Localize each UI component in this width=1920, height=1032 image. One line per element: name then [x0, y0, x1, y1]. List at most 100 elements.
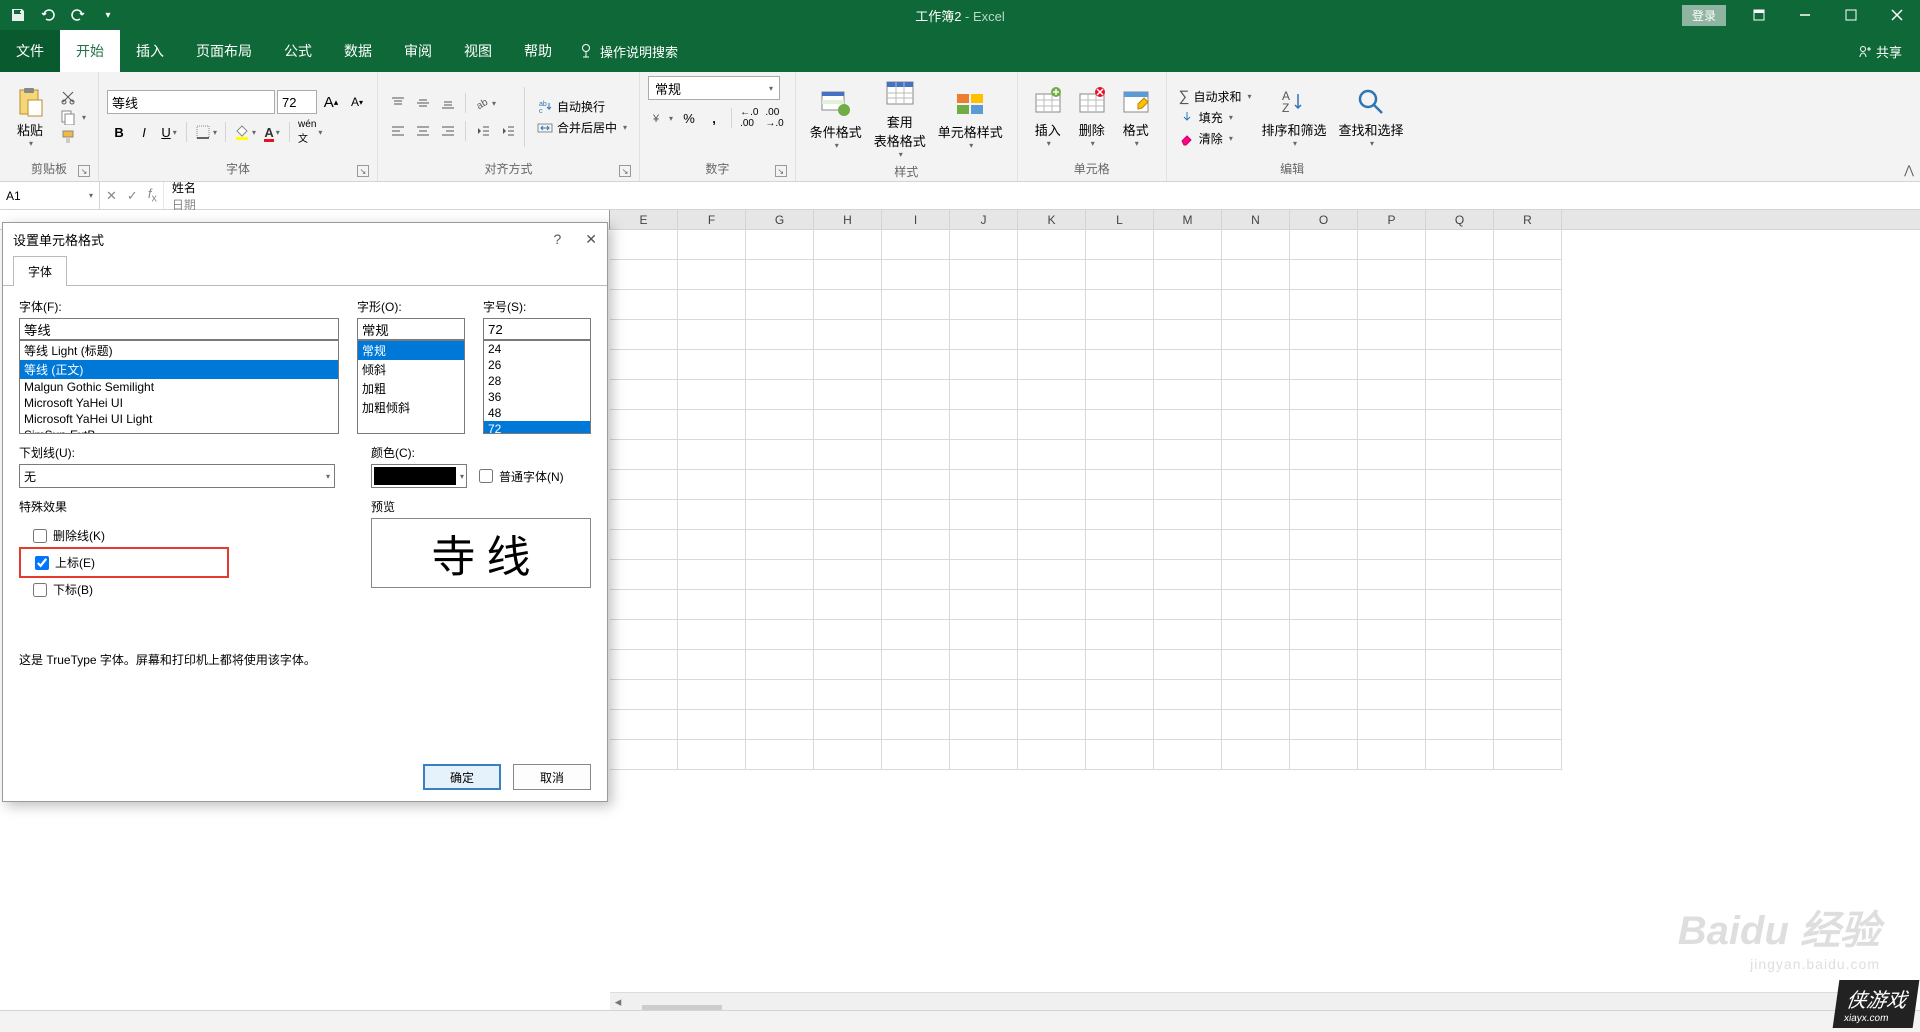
cell[interactable] — [1222, 230, 1290, 260]
list-item[interactable]: 28 — [484, 373, 590, 389]
decrease-decimal-button[interactable]: .00→.0 — [762, 106, 786, 130]
cell[interactable] — [1290, 710, 1358, 740]
cell[interactable] — [1154, 230, 1222, 260]
column-header[interactable]: R — [1494, 210, 1562, 229]
number-launcher[interactable]: ↘ — [775, 165, 787, 177]
cell[interactable] — [1494, 650, 1562, 680]
cell[interactable] — [610, 560, 678, 590]
font-size-list[interactable]: 242628364872 — [483, 340, 591, 434]
cell[interactable] — [814, 290, 882, 320]
cell[interactable] — [1426, 560, 1494, 590]
number-format-combo[interactable]: 常规▾ — [648, 76, 780, 100]
save-button[interactable] — [4, 1, 32, 29]
bold-button[interactable]: B — [107, 120, 131, 144]
cell[interactable] — [1086, 350, 1154, 380]
cell[interactable] — [1086, 440, 1154, 470]
sort-filter-button[interactable]: AZ排序和筛选▾ — [1256, 84, 1333, 150]
cell[interactable] — [746, 440, 814, 470]
cell[interactable] — [610, 260, 678, 290]
list-item[interactable]: Malgun Gothic Semilight — [20, 379, 338, 395]
cell[interactable] — [1290, 650, 1358, 680]
cell[interactable] — [1494, 470, 1562, 500]
cell[interactable] — [1154, 590, 1222, 620]
clipboard-launcher[interactable]: ↘ — [78, 165, 90, 177]
column-header[interactable]: O — [1290, 210, 1358, 229]
cell[interactable] — [1494, 350, 1562, 380]
dialog-tab-font[interactable]: 字体 — [13, 256, 67, 286]
cell[interactable] — [1426, 260, 1494, 290]
autosum-button[interactable]: ∑自动求和▾ — [1175, 87, 1256, 106]
cell[interactable] — [1222, 590, 1290, 620]
cell[interactable] — [1358, 440, 1426, 470]
cell[interactable] — [1358, 710, 1426, 740]
cell[interactable] — [882, 380, 950, 410]
cell[interactable] — [1494, 380, 1562, 410]
align-center-button[interactable] — [411, 119, 435, 143]
cell[interactable] — [1154, 740, 1222, 770]
cell[interactable] — [746, 560, 814, 590]
cell[interactable] — [746, 500, 814, 530]
cell[interactable] — [1494, 560, 1562, 590]
cell[interactable] — [678, 530, 746, 560]
tab-home[interactable]: 开始 — [60, 30, 120, 72]
cell[interactable] — [1222, 320, 1290, 350]
list-item[interactable]: SimSun-ExtB — [20, 427, 338, 434]
cell[interactable] — [950, 380, 1018, 410]
cell[interactable] — [882, 650, 950, 680]
cell[interactable] — [1358, 470, 1426, 500]
name-box[interactable]: A1▾ — [0, 182, 100, 209]
cell[interactable] — [1018, 470, 1086, 500]
cell[interactable] — [882, 260, 950, 290]
cell[interactable] — [950, 530, 1018, 560]
cell[interactable] — [1222, 410, 1290, 440]
list-item[interactable]: 等线 (正文) — [20, 360, 338, 379]
cell[interactable] — [746, 380, 814, 410]
cell[interactable] — [1426, 230, 1494, 260]
cell[interactable] — [678, 500, 746, 530]
cell[interactable] — [950, 740, 1018, 770]
cell[interactable] — [1358, 500, 1426, 530]
cell[interactable] — [1426, 530, 1494, 560]
cell[interactable] — [814, 470, 882, 500]
cell[interactable] — [1154, 440, 1222, 470]
cell[interactable] — [1494, 410, 1562, 440]
cell[interactable] — [1426, 440, 1494, 470]
cell[interactable] — [1086, 590, 1154, 620]
cell[interactable] — [610, 740, 678, 770]
column-header[interactable]: G — [746, 210, 814, 229]
cell[interactable] — [1290, 410, 1358, 440]
tell-me-search[interactable]: 操作说明搜索 — [568, 30, 688, 72]
column-header[interactable]: L — [1086, 210, 1154, 229]
cell[interactable] — [1426, 680, 1494, 710]
cell[interactable] — [1494, 500, 1562, 530]
cell[interactable] — [1290, 260, 1358, 290]
font-launcher[interactable]: ↘ — [357, 165, 369, 177]
shrink-font-button[interactable]: A▾ — [345, 90, 369, 114]
clear-button[interactable]: 清除▾ — [1175, 129, 1256, 148]
grow-font-button[interactable]: A▴ — [319, 90, 343, 114]
find-select-button[interactable]: 查找和选择▾ — [1333, 84, 1410, 150]
cell[interactable] — [1426, 650, 1494, 680]
cell[interactable] — [882, 410, 950, 440]
copy-button[interactable]: ▾ — [56, 108, 90, 126]
cell[interactable] — [610, 380, 678, 410]
list-item[interactable]: 48 — [484, 405, 590, 421]
cell[interactable] — [1290, 380, 1358, 410]
cell[interactable] — [746, 680, 814, 710]
maximize-button[interactable] — [1828, 0, 1874, 30]
comma-button[interactable]: , — [702, 106, 726, 130]
underline-combo[interactable]: 无▾ — [19, 464, 335, 488]
ok-button[interactable]: 确定 — [423, 764, 501, 790]
cell[interactable] — [1086, 530, 1154, 560]
cell[interactable] — [678, 410, 746, 440]
tab-review[interactable]: 审阅 — [388, 30, 448, 72]
cell[interactable] — [746, 530, 814, 560]
list-item[interactable]: 36 — [484, 389, 590, 405]
cell[interactable] — [746, 230, 814, 260]
cell[interactable] — [610, 410, 678, 440]
cell[interactable] — [746, 470, 814, 500]
font-size-combo[interactable] — [277, 90, 317, 114]
cell[interactable] — [746, 710, 814, 740]
font-name-list[interactable]: 等线 Light (标题)等线 (正文)Malgun Gothic Semili… — [19, 340, 339, 434]
cell[interactable] — [950, 440, 1018, 470]
